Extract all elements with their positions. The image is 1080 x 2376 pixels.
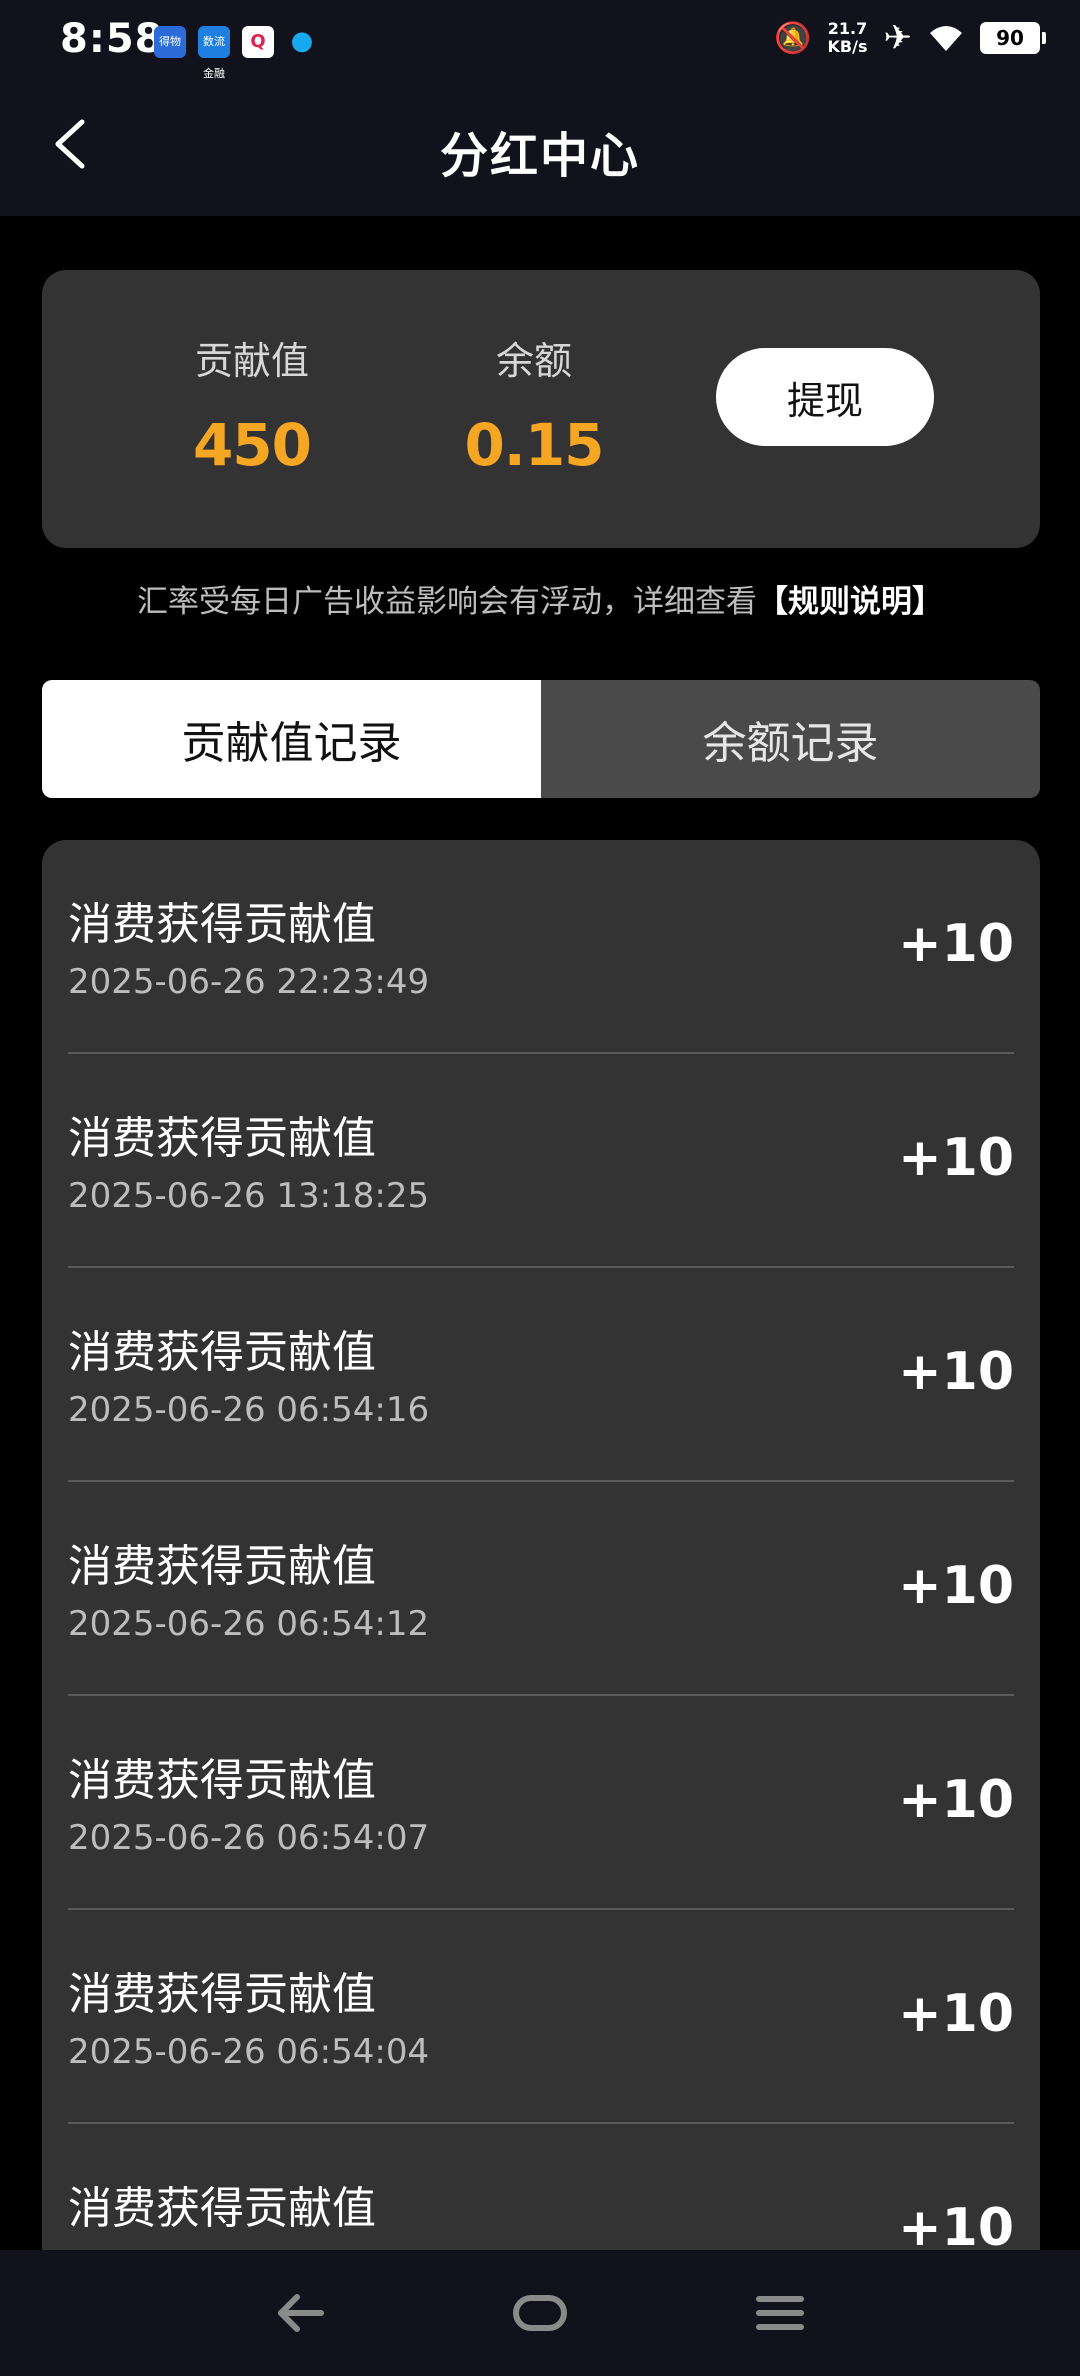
list-item[interactable]: 消费获得贡献值 2025-06-26 06:54:04 +10 [68, 1910, 1014, 2124]
status-bar: 8:58 得物 数流金融 Q ● 🔕 21.7 KB/s ✈ 90 [0, 0, 1080, 84]
record-time: 2025-06-26 06:54:16 [68, 1390, 430, 1430]
record-time: 2025-06-26 13:18:25 [68, 1176, 430, 1216]
page-title: 分红中心 [439, 128, 640, 184]
record-amount: +10 [898, 1556, 1014, 1616]
record-amount: +10 [898, 1128, 1014, 1188]
record-time: 2025-06-26 22:23:49 [68, 962, 430, 1002]
record-title: 消费获得贡献值 [68, 1969, 376, 2020]
tab-balance-records[interactable]: 余额记录 [541, 680, 1040, 798]
contribution-value: 450 [192, 411, 312, 479]
qq-icon: ● [290, 26, 314, 56]
record-list: 消费获得贡献值 2025-06-26 22:23:49 +10 消费获得贡献值 … [42, 840, 1040, 2280]
record-amount: +10 [898, 914, 1014, 974]
list-item[interactable]: 消费获得贡献值 2025-06-26 13:18:25 +10 [68, 1054, 1014, 1268]
record-amount: +10 [898, 1342, 1014, 1402]
record-title: 消费获得贡献值 [68, 1755, 376, 1806]
list-item[interactable]: 消费获得贡献值 2025-06-26 22:23:49 +10 [68, 840, 1014, 1054]
app-notification-icon: Q [242, 26, 274, 58]
balance-stat: 余额 0.15 [414, 330, 654, 479]
rate-notice: 汇率受每日广告收益影响会有浮动，详细查看【规则说明】 [0, 576, 1080, 621]
airplane-icon: ✈ [883, 18, 913, 58]
record-tabs: 贡献值记录 余额记录 [42, 680, 1040, 798]
list-item[interactable]: 消费获得贡献值 2025-06-26 06:54:16 +10 [68, 1268, 1014, 1482]
home-pill-icon [513, 2295, 567, 2331]
status-time: 8:58 [60, 16, 164, 62]
summary-card: 贡献值 450 余额 0.15 提现 [42, 270, 1040, 548]
record-title: 消费获得贡献值 [68, 1327, 376, 1378]
record-title: 消费获得贡献值 [68, 1541, 376, 1592]
app-notification-icon: 数流金融 [198, 26, 230, 80]
list-item[interactable]: 消费获得贡献值 2025-06-26 06:54:07 +10 [68, 1696, 1014, 1910]
notification-icons: 得物 数流金融 Q ● [154, 26, 318, 80]
tab-contribution-records[interactable]: 贡献值记录 [42, 680, 541, 798]
record-title: 消费获得贡献值 [68, 2183, 376, 2234]
record-time: 2025-06-26 06:54:12 [68, 1604, 430, 1644]
app-header: 分红中心 [0, 84, 1080, 216]
menu-icon [756, 2296, 804, 2330]
page: 8:58 得物 数流金融 Q ● 🔕 21.7 KB/s ✈ 90 分红中心 贡… [0, 0, 1080, 2376]
arrow-left-icon [278, 2294, 324, 2332]
list-item[interactable]: 消费获得贡献值 2025-06-26 06:54:12 +10 [68, 1482, 1014, 1696]
network-speed: 21.7 KB/s [827, 19, 868, 56]
nav-home-button[interactable] [510, 2288, 570, 2338]
wifi-icon [930, 26, 962, 51]
balance-label: 余额 [495, 339, 572, 383]
battery-icon: 90 [980, 22, 1046, 54]
balance-value: 0.15 [464, 411, 604, 479]
nav-back-button[interactable] [270, 2288, 330, 2338]
rules-link[interactable]: 【规则说明】 [757, 584, 943, 620]
bell-off-icon: 🔕 [774, 20, 812, 56]
record-time: 2025-06-26 06:54:04 [68, 2032, 430, 2072]
app-notification-icon: 得物 [154, 26, 186, 58]
record-amount: +10 [898, 1984, 1014, 2044]
record-amount: +10 [898, 1770, 1014, 1830]
record-title: 消费获得贡献值 [68, 899, 376, 950]
contribution-label: 贡献值 [194, 339, 309, 383]
system-nav-bar [0, 2250, 1080, 2376]
record-amount: +10 [898, 2198, 1014, 2258]
notice-text: 汇率受每日广告收益影响会有浮动，详细查看 [137, 584, 757, 620]
nav-menu-button[interactable] [750, 2288, 810, 2338]
record-time: 2025-06-26 06:54:07 [68, 1818, 430, 1858]
system-icons: 🔕 21.7 KB/s ✈ 90 [774, 18, 1046, 58]
top-bar: 8:58 得物 数流金融 Q ● 🔕 21.7 KB/s ✈ 90 分红中心 [0, 0, 1080, 216]
record-title: 消费获得贡献值 [68, 1113, 376, 1164]
contribution-stat: 贡献值 450 [132, 330, 372, 479]
withdraw-button[interactable]: 提现 [716, 348, 934, 446]
